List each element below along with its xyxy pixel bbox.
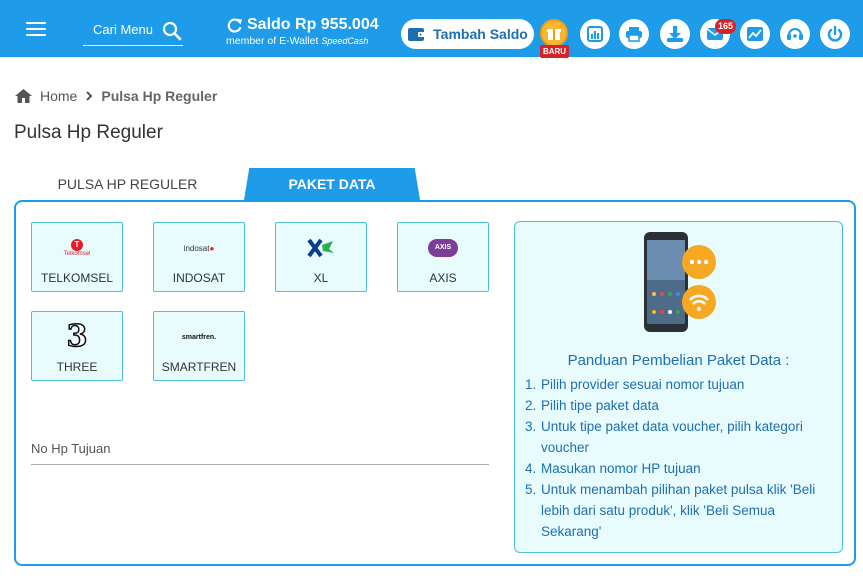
provider-label: XL — [313, 271, 329, 285]
refresh-icon[interactable] — [226, 17, 243, 34]
printer-icon[interactable] — [619, 19, 649, 49]
chart-icon[interactable] — [580, 19, 610, 49]
telkomsel-logo-text: Telkomsel — [63, 251, 91, 257]
headset-icon[interactable] — [780, 19, 810, 49]
provider-label: INDOSAT — [172, 271, 226, 285]
smartfren-logo: smartfren. — [181, 333, 217, 341]
mail-count-badge: 165 — [715, 19, 737, 34]
indosat-logo: indosat ● — [183, 243, 215, 253]
guide-box: Panduan Pembelian Paket Data : 1. Pilih p… — [514, 221, 843, 553]
guide-title: Panduan Pembelian Paket Data : — [567, 352, 790, 369]
chevron-right-icon — [86, 91, 93, 101]
tab-pulsa-reguler[interactable]: PULSA HP REGULER — [30, 168, 225, 200]
provider-label: SMARTFREN — [161, 360, 237, 374]
tab-paket-data[interactable]: PAKET DATA — [244, 168, 420, 200]
breadcrumb-current: Pulsa Hp Reguler — [101, 88, 218, 104]
breadcrumb-home[interactable]: Home — [40, 88, 77, 104]
download-icon[interactable] — [660, 19, 690, 49]
tambah-saldo-label: Tambah Saldo — [433, 26, 528, 42]
provider-axis[interactable]: AXIS AXIS — [397, 222, 489, 292]
member-text: member of E-Wallet — [226, 35, 319, 47]
search-box[interactable]: Cari Menu — [83, 20, 183, 46]
search-input[interactable]: Cari Menu — [83, 20, 163, 46]
new-feature-button[interactable]: BARU — [540, 19, 569, 59]
search-icon[interactable] — [162, 21, 182, 41]
axis-logo: AXIS — [398, 233, 488, 263]
telkomsel-logo: T Telkomsel — [63, 239, 91, 257]
guide-step: 1. Pilih provider sesuai nomor tujuan — [525, 377, 745, 392]
speedcash-logo: SpeedCash — [321, 36, 369, 46]
provider-three[interactable]: 3 THREE — [31, 311, 123, 381]
power-icon[interactable] — [820, 19, 850, 49]
trend-icon[interactable] — [740, 19, 770, 49]
provider-telkomsel[interactable]: T Telkomsel TELKOMSEL — [31, 222, 123, 292]
phone-number-field[interactable]: No Hp Tujuan — [31, 441, 111, 456]
guide-step: 2. Pilih tipe paket data — [525, 398, 659, 413]
provider-smartfren[interactable]: smartfren. SMARTFREN — [153, 311, 245, 381]
provider-label: THREE — [56, 360, 98, 374]
baru-badge: BARU — [540, 45, 569, 58]
three-logo: 3 — [66, 319, 88, 354]
guide-step: 4. Masukan nomor HP tujuan — [525, 461, 701, 476]
menu-icon[interactable] — [26, 22, 46, 36]
provider-indosat[interactable]: indosat ● INDOSAT — [153, 222, 245, 292]
provider-label: AXIS — [429, 271, 457, 285]
top-navbar: Cari Menu Saldo Rp 955.004 member of E-W… — [0, 0, 863, 59]
provider-xl[interactable]: XL — [275, 222, 367, 292]
xl-logo — [276, 233, 366, 263]
gift-icon — [540, 19, 568, 47]
phone-illustration-icon — [644, 232, 716, 332]
provider-label: TELKOMSEL — [40, 271, 114, 285]
breadcrumb: Home Pulsa Hp Reguler — [15, 88, 217, 104]
wallet-icon — [408, 28, 426, 41]
guide-step: 5. Untuk menambah pilihan paket pulsa kli… — [525, 482, 816, 539]
guide-step: 3. Untuk tipe paket data voucher, pilih k… — [525, 419, 803, 455]
saldo-amount: Saldo Rp 955.004 — [247, 16, 379, 33]
saldo-info: Saldo Rp 955.004 member of E-Wallet Spee… — [226, 16, 396, 47]
page-title: Pulsa Hp Reguler — [14, 122, 163, 143]
tambah-saldo-button[interactable]: Tambah Saldo — [401, 19, 534, 49]
guide-steps: 1. Pilih provider sesuai nomor tujuan 2. P… — [525, 374, 837, 542]
home-icon[interactable] — [15, 89, 32, 103]
phone-input-underline — [31, 464, 489, 465]
